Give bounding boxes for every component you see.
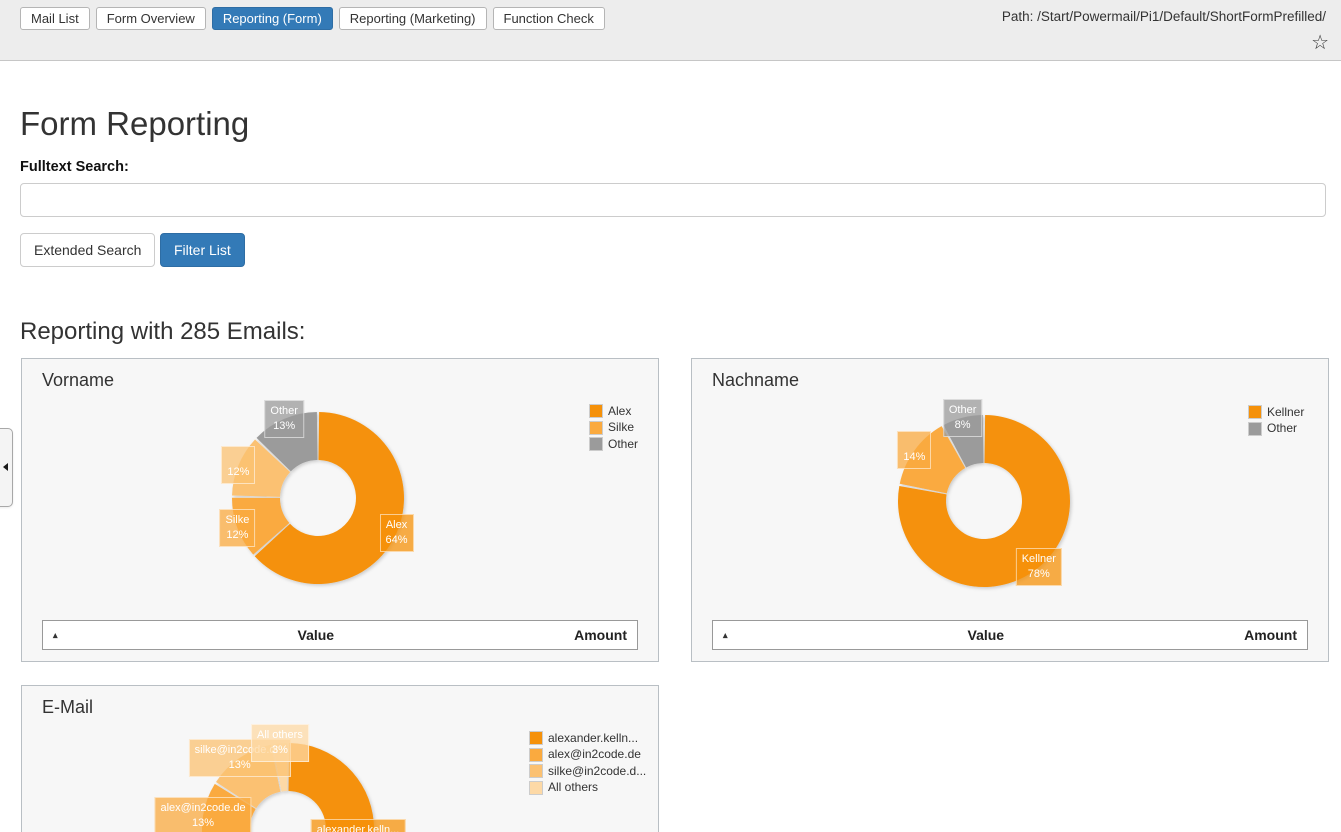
slice-label-line: 8% [949,418,977,433]
slice-label-line: 13% [160,816,245,831]
chart-panel-nachname: NachnameKellner78%14%Other8%KellnerOther… [691,358,1329,662]
legend-item-alexander-kelln: alexander.kelln... [529,731,646,745]
tab-reporting-marketing[interactable]: Reporting (Marketing) [339,7,487,30]
legend-label: Other [608,438,638,451]
extended-search-button[interactable]: Extended Search [20,233,155,267]
legend-swatch-icon [1248,422,1262,436]
legend-item-kellner: Kellner [1248,405,1304,419]
legend-swatch-icon [1248,405,1262,419]
legend-label: All others [548,781,598,794]
slice-label-line: 12% [226,528,250,543]
legend-swatch-icon [589,437,603,451]
slice-label-alexander-kelln: alexander.kelln...71% [311,819,406,832]
slice-label-line: Silke [226,513,250,528]
slice-label-alex: Alex64% [380,514,414,552]
tab-function-check[interactable]: Function Check [493,7,605,30]
donut-chart-vorname [22,359,659,662]
slice-label-line: 12% [227,465,249,480]
slice-label-alex-in2code-de: alex@in2code.de13% [154,797,251,832]
slice-label-line: Other [270,404,298,419]
tab-form-overview[interactable]: Form Overview [96,7,206,30]
slice-label-line: 13% [270,419,298,434]
legend-item-silke: Silke [589,421,638,435]
page-title: Form Reporting [20,105,249,143]
slice-label-line: Alex [386,518,408,533]
doc-header: Mail List Form Overview Reporting (Form) Re… [0,0,1341,61]
collapse-arrow-icon [3,463,8,471]
slice-label-line: alexander.kelln... [317,823,400,832]
legend-label: alex@in2code.de [548,748,641,761]
collapse-nav-handle[interactable] [0,428,13,507]
slice-label-line: Other [949,403,977,418]
slice-label-14: 14% [897,431,931,469]
slice-label-all-others: All others3% [251,724,309,762]
bookmark-star-icon[interactable]: ☆ [1311,32,1329,54]
legend-swatch-icon [529,764,543,778]
result-table-header: ▴ValueAmount [712,620,1308,650]
chart-panel-e-mail: E-Mailalexander.kelln...71%alex@in2code.… [21,685,659,832]
fulltext-search-input[interactable] [20,183,1326,217]
slice-label-other: Other13% [264,400,304,438]
slice-label-line: All others [257,728,303,743]
chart-legend: alexander.kelln... alex@in2code.de silke@i… [529,731,646,795]
tab-reporting-form[interactable]: Reporting (Form) [212,7,333,30]
slice-label-line [903,435,925,450]
chart-legend: Alex Silke Other [589,404,638,451]
legend-label: Alex [608,405,631,418]
legend-item-silke-in2code-d: silke@in2code.d... [529,764,646,778]
slice-label-silke: Silke12% [220,509,256,547]
legend-swatch-icon [529,748,543,762]
result-table-header: ▴ValueAmount [42,620,638,650]
legend-item-alex: Alex [589,404,638,418]
tab-mail-list[interactable]: Mail List [20,7,90,30]
chart-legend: Kellner Other [1248,405,1304,436]
legend-swatch-icon [589,404,603,418]
slice-label-line: 3% [257,743,303,758]
legend-label: alexander.kelln... [548,732,638,745]
legend-item-other: Other [589,437,638,451]
legend-swatch-icon [529,731,543,745]
powermail-backend-module: Mail List Form Overview Reporting (Form) Re… [0,0,1341,832]
page-path: Path: /Start/Powermail/Pi1/Default/Short… [1002,9,1326,24]
legend-swatch-icon [589,421,603,435]
slice-label-12: 12% [221,446,255,484]
column-header-amount[interactable]: Amount [1244,627,1297,643]
column-header-amount[interactable]: Amount [574,627,627,643]
slice-label-other: Other8% [943,399,983,437]
slice-label-kellner: Kellner78% [1016,548,1062,586]
legend-item-other: Other [1248,422,1304,436]
legend-label: Kellner [1267,406,1304,419]
legend-label: silke@in2code.d... [548,765,646,778]
slice-label-line: 78% [1022,567,1056,582]
slice-label-line: Kellner [1022,552,1056,567]
slice-label-line [227,450,249,465]
slice-label-line: 64% [386,533,408,548]
column-header-value[interactable]: Value [58,627,575,643]
column-header-value[interactable]: Value [728,627,1245,643]
reporting-heading: Reporting with 285 Emails: [20,318,305,346]
legend-item-alex-in2code-de: alex@in2code.de [529,748,646,762]
legend-label: Other [1267,422,1297,435]
legend-swatch-icon [529,781,543,795]
chart-panel-vorname: VornameAlex64%Silke12%12%Other13%AlexSil… [21,358,659,662]
slice-label-line: alex@in2code.de [160,801,245,816]
toolbar-tabs: Mail List Form Overview Reporting (Form) Re… [20,7,605,30]
filter-list-button[interactable]: Filter List [160,233,245,267]
legend-item-all-others: All others [529,781,646,795]
slice-label-line: 14% [903,450,925,465]
donut-chart-nachname [692,359,1329,662]
fulltext-search-label: Fulltext Search: [20,159,129,175]
legend-label: Silke [608,421,634,434]
